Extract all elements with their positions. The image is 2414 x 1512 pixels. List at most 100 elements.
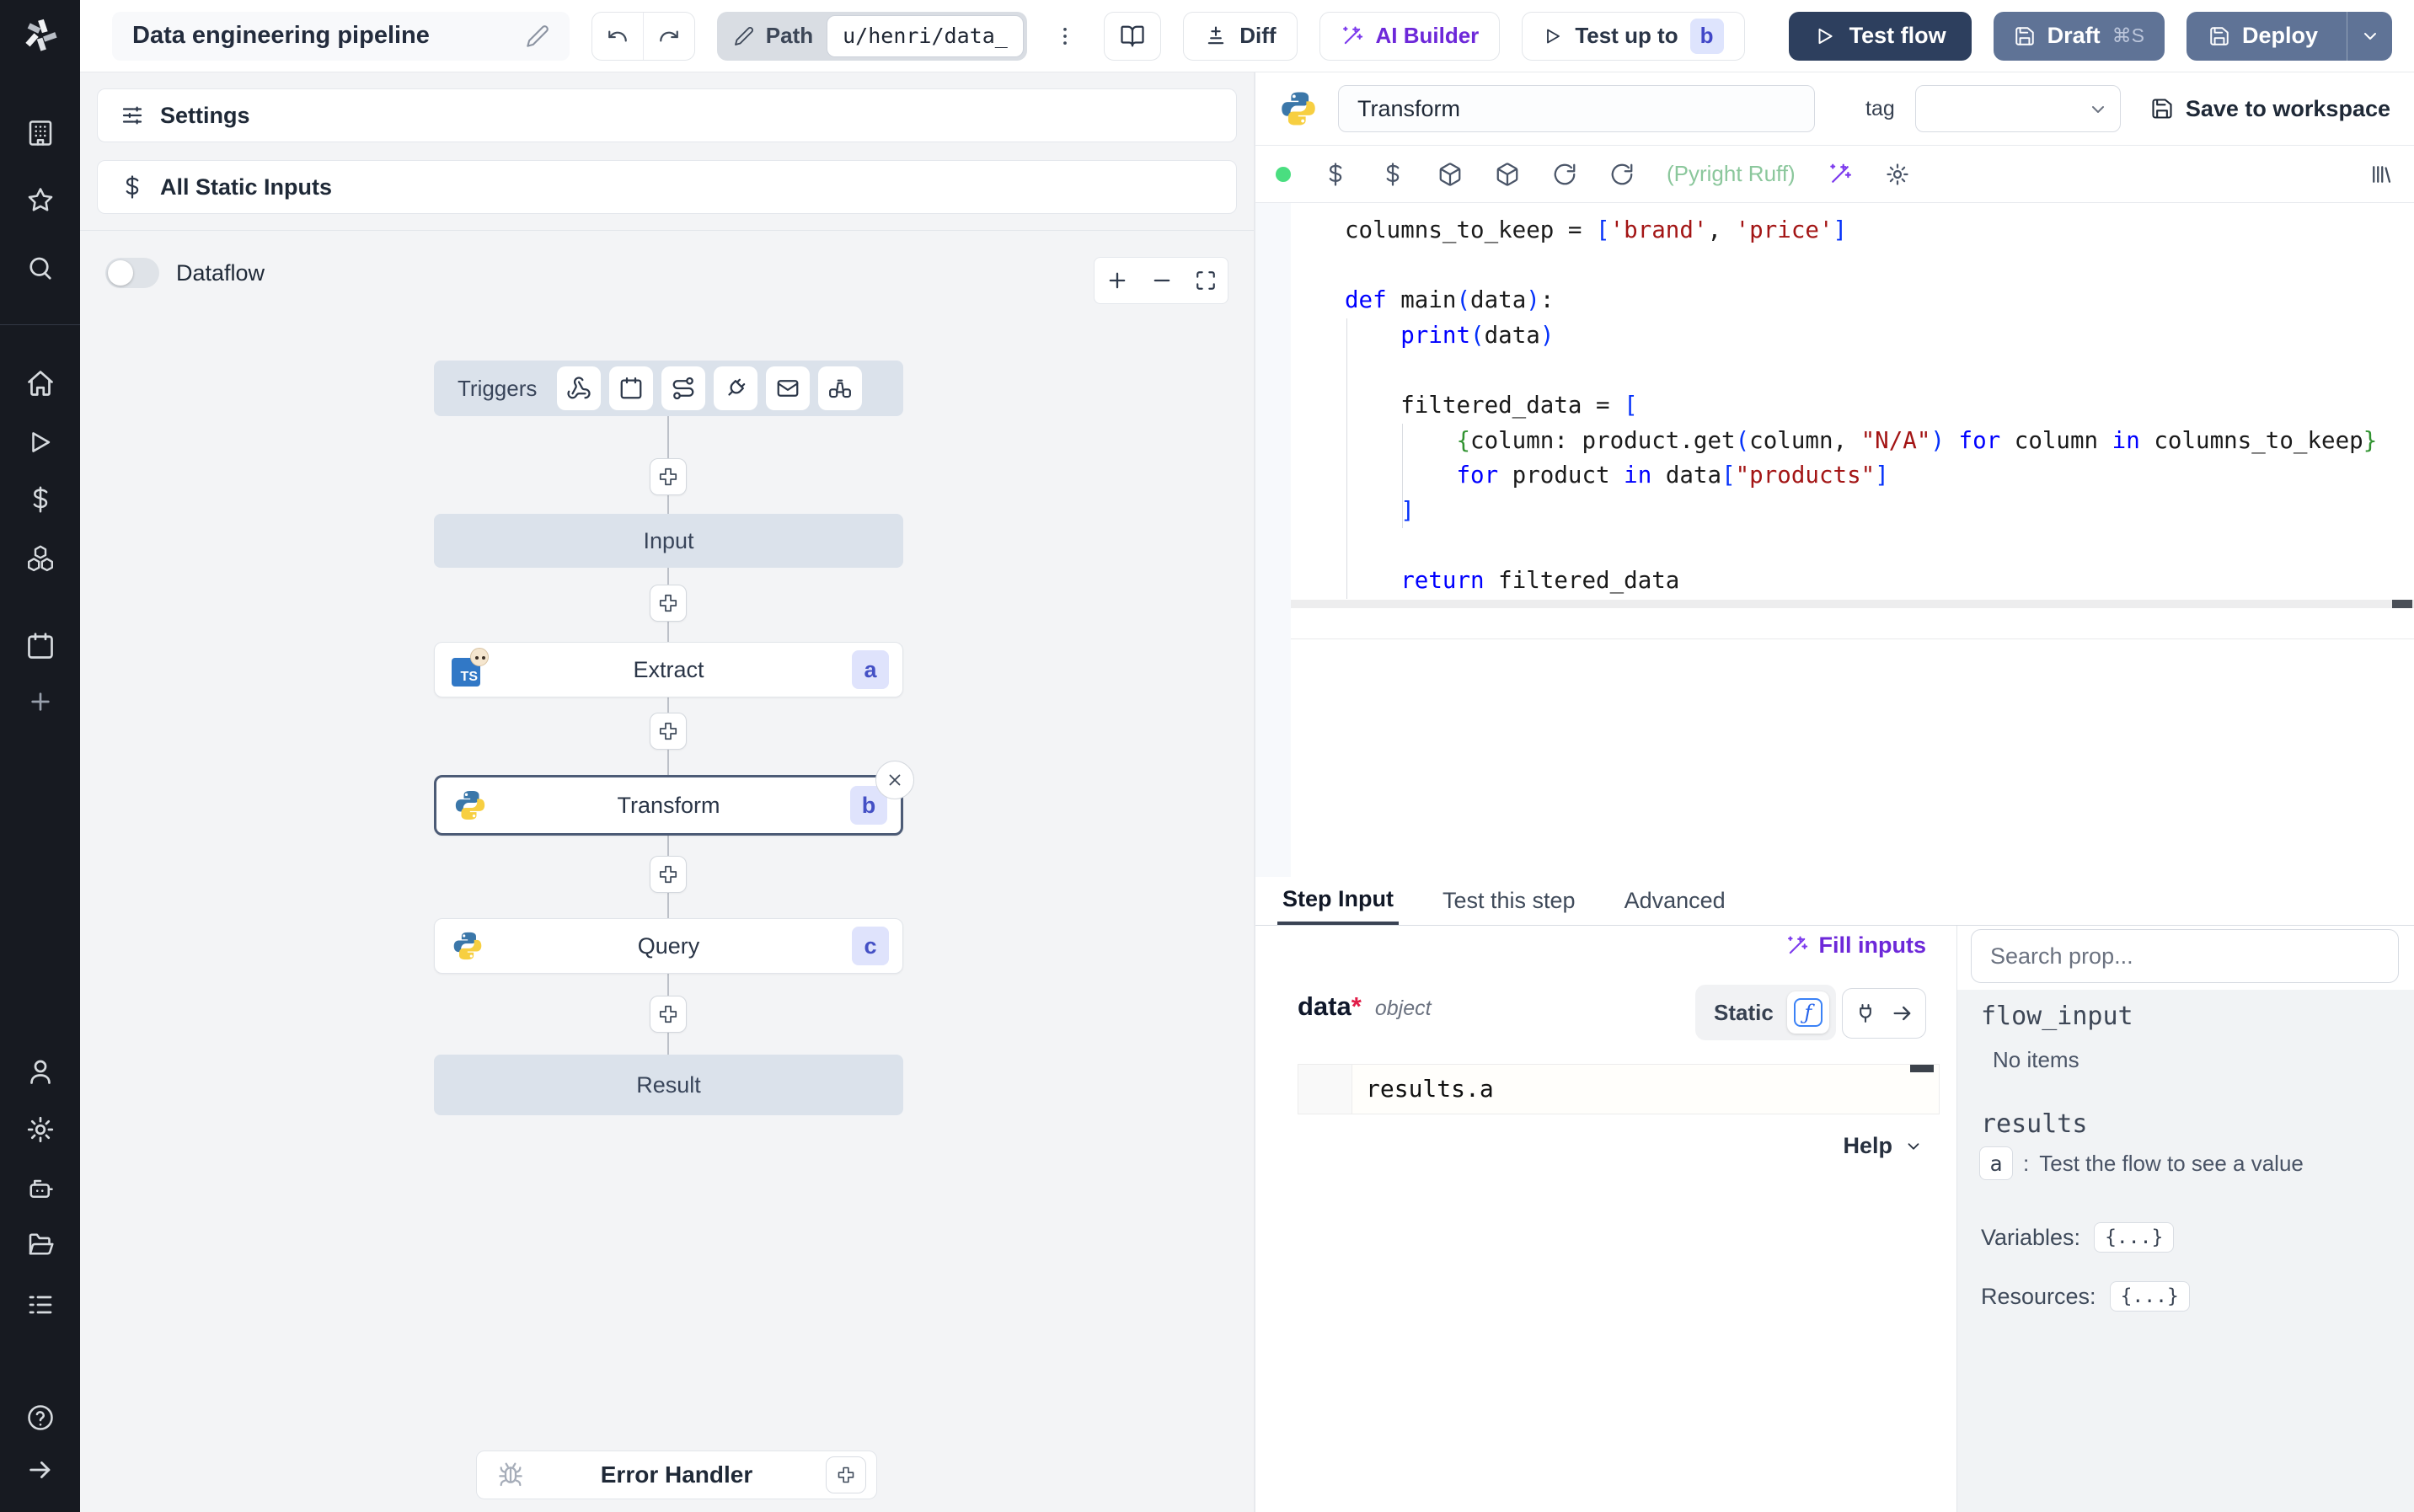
dollar-icon <box>120 174 145 200</box>
dataflow-toggle[interactable] <box>105 258 159 288</box>
tag-select[interactable] <box>1914 85 2121 132</box>
resource-picker-icon[interactable] <box>1380 162 1405 187</box>
deploy-button[interactable]: Deploy <box>2186 11 2392 61</box>
fill-inputs-button[interactable]: Fill inputs <box>1785 932 1926 959</box>
sidebar-item-resources[interactable] <box>0 540 80 577</box>
more-menu-button[interactable] <box>1049 12 1082 61</box>
node-badge-c: c <box>852 927 889 965</box>
sidebar <box>0 0 80 1512</box>
sidebar-expand-button[interactable] <box>0 1451 80 1488</box>
sidebar-item-audit-logs[interactable] <box>0 1286 80 1323</box>
variable-picker-icon[interactable] <box>1323 162 1348 187</box>
wand-icon <box>1341 24 1364 48</box>
error-handler-node[interactable]: Error Handler <box>476 1451 877 1499</box>
add-step-button[interactable] <box>650 458 687 495</box>
help-toggle[interactable]: Help <box>1843 1133 1923 1159</box>
delete-step-button[interactable] <box>875 761 914 799</box>
flow-node-input[interactable]: Input <box>434 514 903 568</box>
code-hscrollbar[interactable] <box>1291 600 2414 608</box>
windmill-logo[interactable] <box>0 10 80 61</box>
package-icon[interactable] <box>1437 162 1463 187</box>
undo-button[interactable] <box>592 13 644 60</box>
flow-input-section-label[interactable]: flow_input <box>1981 1002 2133 1031</box>
tab-advanced[interactable]: Advanced <box>1619 877 1731 925</box>
search-prop-input[interactable] <box>1971 929 2399 983</box>
test-up-to-button[interactable]: Test up to b <box>1522 11 1745 61</box>
code-lines[interactable]: columns_to_keep = ['brand', 'price'] def… <box>1345 213 2414 599</box>
ai-builder-button[interactable]: AI Builder <box>1319 11 1501 61</box>
triggers-node[interactable]: Triggers <box>434 361 903 416</box>
route-trigger-button[interactable] <box>661 366 706 410</box>
path-control[interactable]: Path u/henri/data_ <box>716 11 1027 61</box>
tab-step-input[interactable]: Step Input <box>1277 877 1399 925</box>
editor-settings-icon[interactable] <box>1885 162 1910 187</box>
sidebar-item-schedules[interactable] <box>0 628 80 665</box>
static-label[interactable]: Static <box>1714 1000 1774 1026</box>
schedule-trigger-button[interactable] <box>609 366 654 410</box>
add-step-button[interactable] <box>650 713 687 750</box>
ai-wand-icon[interactable] <box>1828 162 1853 187</box>
flow-node-extract[interactable]: TS Extract a <box>434 642 903 697</box>
sidebar-item-user[interactable] <box>0 1053 80 1090</box>
sidebar-item-search[interactable] <box>0 250 80 287</box>
email-trigger-button[interactable] <box>766 366 811 410</box>
fit-view-button[interactable] <box>1195 270 1217 291</box>
sidebar-item-settings[interactable] <box>0 1111 80 1148</box>
fx-mode-button[interactable]: ƒ <box>1786 991 1829 1034</box>
reload-icon[interactable] <box>1552 162 1577 187</box>
websocket-trigger-button[interactable] <box>714 366 758 410</box>
code-editor[interactable]: columns_to_keep = ['brand', 'price'] def… <box>1255 203 2414 877</box>
redo-button[interactable] <box>643 12 694 60</box>
add-step-button[interactable] <box>650 996 687 1033</box>
edit-title-icon[interactable] <box>526 24 549 48</box>
resources-object-badge[interactable]: {...} <box>2109 1281 2190 1312</box>
zoom-in-button[interactable] <box>1105 269 1129 292</box>
add-step-button[interactable] <box>650 856 687 893</box>
draft-button[interactable]: Draft ⌘S <box>1993 11 2165 61</box>
flow-node-query[interactable]: Query c <box>434 918 903 974</box>
add-step-button[interactable] <box>650 585 687 622</box>
sidebar-item-favorites[interactable] <box>0 182 80 219</box>
sidebar-item-folders[interactable] <box>0 1226 80 1263</box>
sidebar-item-company[interactable] <box>0 115 80 152</box>
library-icon[interactable] <box>2369 162 2394 187</box>
flow-settings-button[interactable]: Settings <box>97 88 1237 142</box>
docs-button[interactable] <box>1103 11 1162 61</box>
test-flow-button[interactable]: Test flow <box>1788 11 1972 61</box>
code-assistant-label[interactable]: (Pyright Ruff) <box>1667 161 1796 187</box>
page-title: Data engineering pipeline <box>132 22 430 49</box>
save-to-workspace-button[interactable]: Save to workspace <box>2150 96 2390 122</box>
dataflow-control: Dataflow <box>105 253 265 293</box>
connect-input-button[interactable] <box>1842 988 1926 1039</box>
expression-value[interactable]: results.a <box>1366 1075 1494 1103</box>
sidebar-divider <box>0 324 80 325</box>
flow-node-transform[interactable]: Transform b <box>434 761 914 836</box>
results-section-label[interactable]: results <box>1981 1109 2087 1139</box>
sidebar-item-variables[interactable] <box>0 481 80 518</box>
add-error-handler-button[interactable] <box>826 1456 866 1493</box>
step-name-input[interactable] <box>1338 85 1815 132</box>
sidebar-item-create[interactable] <box>0 683 80 720</box>
zoom-out-button[interactable] <box>1150 269 1174 292</box>
package-icon[interactable] <box>1495 162 1520 187</box>
sidebar-item-help[interactable] <box>0 1399 80 1436</box>
scrollbar-thumb[interactable] <box>2392 600 2412 608</box>
path-value[interactable]: u/henri/data_ <box>827 14 1024 57</box>
deploy-dropdown-button[interactable] <box>2347 11 2392 61</box>
result-key-badge[interactable]: a <box>1979 1146 2013 1180</box>
webhook-trigger-button[interactable] <box>557 366 602 410</box>
draft-label: Draft <box>2047 23 2101 48</box>
diff-button[interactable]: Diff <box>1183 11 1298 61</box>
tab-test-this-step[interactable]: Test this step <box>1437 877 1581 925</box>
all-static-inputs-button[interactable]: All Static Inputs <box>97 160 1237 214</box>
expression-editor[interactable]: results.a <box>1298 1064 1940 1114</box>
sidebar-item-runs[interactable] <box>0 424 80 461</box>
sidebar-item-workers[interactable] <box>0 1170 80 1207</box>
reload-icon[interactable] <box>1609 162 1635 187</box>
test-up-to-label: Test up to <box>1575 23 1678 48</box>
static-fx-toggle[interactable]: Static ƒ <box>1695 985 1836 1040</box>
variables-object-badge[interactable]: {...} <box>2094 1222 2175 1253</box>
poll-trigger-button[interactable] <box>818 366 863 410</box>
sidebar-item-home[interactable] <box>0 365 80 402</box>
flow-node-result[interactable]: Result <box>434 1055 903 1115</box>
